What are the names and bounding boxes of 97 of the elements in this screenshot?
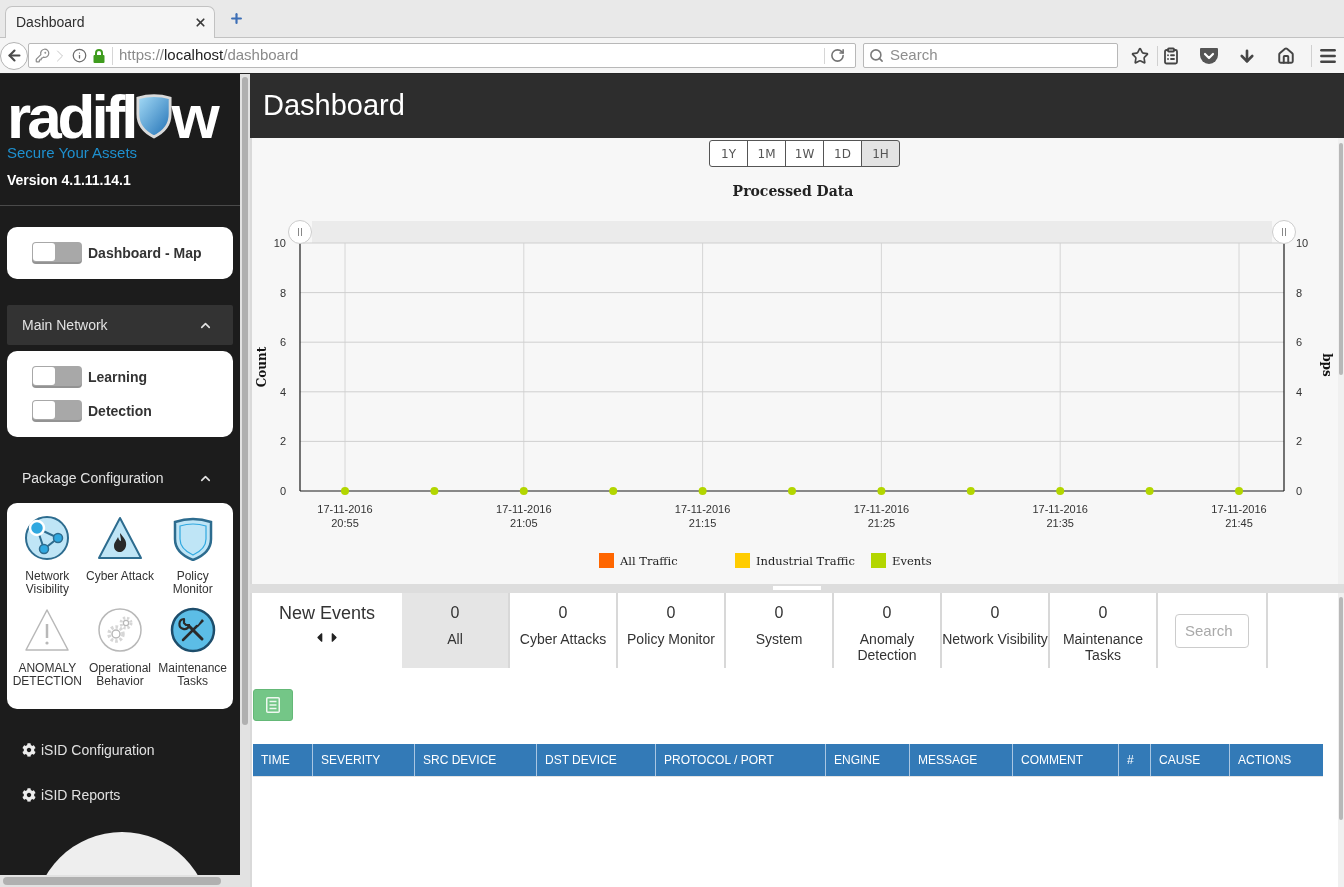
- legend-label[interactable]: Industrial Traffic: [756, 554, 855, 568]
- vertical-scrollbar[interactable]: [240, 74, 250, 875]
- data-point: [1235, 487, 1243, 495]
- range-button[interactable]: 1H: [861, 140, 900, 167]
- data-point: [430, 487, 439, 495]
- toggle-switch[interactable]: [32, 366, 82, 388]
- toggle-switch[interactable]: [32, 242, 82, 264]
- data-point: [788, 487, 796, 495]
- axis-tick-label: 10: [273, 237, 286, 249]
- package-button[interactable]: Policy Monitor: [156, 515, 229, 596]
- home-icon[interactable]: [1277, 46, 1295, 65]
- address-field[interactable]: https://localhost/dashboard: [28, 43, 856, 68]
- axis-tick-label: 2: [1296, 435, 1303, 448]
- search-icon: [869, 48, 884, 63]
- axis-tick-label: 17-11-2016 21:15: [674, 503, 731, 529]
- legend-label[interactable]: All Traffic: [620, 554, 678, 568]
- new-tab-icon[interactable]: [229, 11, 244, 26]
- axis-tick-label: 17-11-2016 20:55: [317, 503, 373, 529]
- nav-link[interactable]: iSID Reports: [7, 783, 121, 807]
- axis-tick-label: 6: [279, 336, 286, 349]
- data-point: [877, 487, 886, 495]
- axis-tick-label: 10: [1296, 237, 1309, 249]
- list-icon: [266, 697, 280, 713]
- range-button[interactable]: 1W: [785, 140, 824, 167]
- package-button[interactable]: Cyber Attack: [83, 515, 157, 596]
- clipboard-list-icon[interactable]: [1162, 46, 1180, 65]
- logo-tagline: Secure Your Assets: [7, 144, 139, 162]
- horizontal-scrollbar[interactable]: [0, 875, 250, 887]
- star-icon[interactable]: [1131, 46, 1149, 65]
- search-input[interactable]: Search: [890, 44, 1117, 67]
- package-button[interactable]: ANOMALY DETECTION: [11, 607, 84, 688]
- info-icon[interactable]: [72, 48, 87, 63]
- toggle-switch[interactable]: [32, 400, 82, 422]
- package-button[interactable]: Operational Behavior: [83, 607, 157, 688]
- browser-tab[interactable]: Dashboard: [5, 6, 215, 38]
- toggle-label: Detection: [88, 401, 152, 421]
- axis-tick-label: 2: [279, 435, 286, 448]
- axis-tick-label: 8: [1296, 286, 1303, 299]
- range-button[interactable]: 1D: [823, 140, 862, 167]
- key-icon[interactable]: [35, 48, 50, 63]
- data-point: [1056, 487, 1065, 495]
- package-button[interactable]: Network Visibility: [11, 515, 84, 596]
- axis-title: bps: [1320, 353, 1334, 377]
- axis-tick-label: 4: [1296, 385, 1303, 398]
- section-title: New Events: [278, 602, 375, 624]
- axis-tick-label: 6: [1296, 336, 1303, 349]
- reload-icon[interactable]: [830, 48, 845, 63]
- close-icon[interactable]: [194, 16, 207, 29]
- axis-tick-label: 17-11-2016 21:35: [1032, 503, 1088, 529]
- lock-icon[interactable]: [93, 48, 105, 63]
- range-button[interactable]: 1M: [747, 140, 786, 167]
- logo-text: w: [171, 90, 216, 144]
- gear-icon: [22, 788, 36, 802]
- axis-title: Count: [255, 346, 269, 388]
- shield-icon: [135, 93, 172, 139]
- legend-label[interactable]: Events: [892, 554, 932, 568]
- legend-swatch-icon[interactable]: [599, 553, 614, 568]
- page-title: Dashboard: [263, 88, 405, 124]
- version-text: Version 4.1.11.14.1: [7, 171, 132, 189]
- gear-icon: [22, 743, 36, 757]
- axis-tick-label: 17-11-2016 21:45: [1211, 503, 1267, 529]
- data-point: [1145, 487, 1154, 495]
- data-point: [609, 487, 618, 495]
- nav-link[interactable]: iSID Configuration: [7, 738, 155, 762]
- axis-tick-label: 17-11-2016 21:25: [853, 503, 910, 529]
- data-point: [698, 487, 707, 495]
- back-button[interactable]: [0, 41, 28, 70]
- chevron-tile-icon[interactable]: [1199, 46, 1219, 65]
- axis-tick-label: 17-11-2016 21:05: [496, 503, 552, 529]
- axis-tick-label: 0: [1296, 485, 1303, 497]
- list-button[interactable]: [253, 689, 293, 721]
- legend-swatch-icon[interactable]: [735, 553, 750, 568]
- section-header[interactable]: Package Configuration: [7, 458, 233, 498]
- vertical-scrollbar[interactable]: [1338, 138, 1344, 584]
- logo-text: radifl: [7, 90, 135, 144]
- search-field[interactable]: Search: [1175, 613, 1249, 648]
- toggle-label: Dashboard - Map: [88, 243, 202, 263]
- search-bar[interactable]: Search: [863, 43, 1118, 68]
- chart-title: Processed Data: [732, 183, 854, 199]
- section-header[interactable]: Main Network: [7, 305, 233, 345]
- range-handle[interactable]: [288, 220, 312, 244]
- toggle-label: Learning: [88, 367, 148, 387]
- axis-tick-label: 8: [279, 286, 286, 299]
- legend-swatch-icon[interactable]: [871, 553, 886, 568]
- package-button[interactable]: Maintenance Tasks: [156, 607, 229, 688]
- data-point: [519, 487, 528, 495]
- data-point: [341, 487, 349, 495]
- url-text[interactable]: https://localhost/dashboard: [119, 44, 299, 67]
- range-handle[interactable]: [1272, 220, 1296, 244]
- range-button[interactable]: 1Y: [709, 140, 748, 167]
- data-point: [966, 487, 975, 495]
- filter-tab[interactable]: 0 Network Visibility: [942, 593, 1050, 668]
- vertical-scrollbar[interactable]: [1338, 593, 1344, 887]
- column-header[interactable]: ACTIONS: [1230, 744, 1323, 776]
- axis-tick-label: 0: [279, 485, 286, 497]
- axis-tick-label: 4: [279, 385, 286, 398]
- filter-tab[interactable]: 0 All: [402, 593, 510, 668]
